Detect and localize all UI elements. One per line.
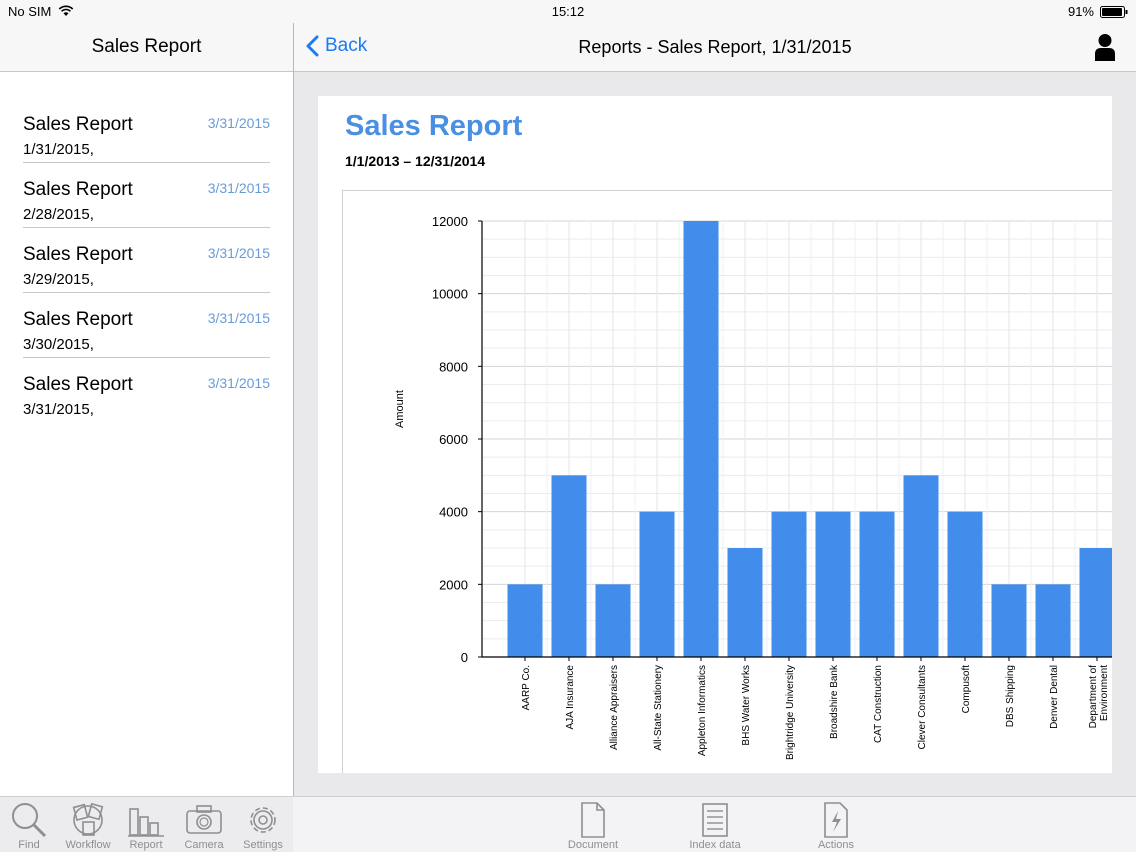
index-data-icon xyxy=(702,803,728,837)
gear-icon xyxy=(250,807,276,833)
report-tab[interactable]: Report xyxy=(114,799,178,851)
y-tick-label: 6000 xyxy=(439,432,468,447)
left-nav-bar: Sales Report xyxy=(0,23,293,72)
settings-tab-label: Settings xyxy=(243,839,283,851)
chart-bar xyxy=(551,475,587,657)
bar-chart: 0 2000 4000 6000 8000 10000 12000 AARP Co. AJA I… xyxy=(394,214,1112,760)
report-item-subtitle: 3/29/2015, xyxy=(23,271,94,288)
report-list: Sales Report 3/31/2015 1/31/2015, Sales … xyxy=(0,98,293,423)
x-tick-label: AJA Insurance xyxy=(565,665,576,730)
chart-frame: 0 2000 4000 6000 8000 10000 12000 AARP Co. AJA I… xyxy=(342,190,1112,773)
x-tick-label: Brightridge University xyxy=(785,665,796,760)
document-tab[interactable]: Document xyxy=(561,799,625,851)
actions-tab[interactable]: Actions xyxy=(804,799,868,851)
report-item-date: 3/31/2015 xyxy=(207,310,270,326)
user-icon[interactable] xyxy=(1094,33,1116,61)
report-item-date: 3/31/2015 xyxy=(207,245,270,261)
x-tick-label: Department ofEnvironment xyxy=(1088,665,1110,729)
report-list-item[interactable]: Sales Report 3/31/2015 1/31/2015, xyxy=(23,98,270,163)
chart-bar xyxy=(507,584,543,657)
camera-tab-label: Camera xyxy=(184,839,224,851)
camera-icon xyxy=(186,805,222,834)
document-tab-label: Document xyxy=(567,839,619,851)
report-item-subtitle: 1/31/2015, xyxy=(23,141,94,158)
report-item-title: Sales Report xyxy=(23,114,133,135)
detail-nav-bar: Back Reports - Sales Report, 1/31/2015 xyxy=(294,23,1136,72)
x-tick-label: Alliance Appraisers xyxy=(609,665,620,750)
x-tick-label: CAT Construction xyxy=(873,665,884,743)
chart-bar xyxy=(595,584,631,657)
report-tab-label: Report xyxy=(129,839,163,851)
x-tick-label: AARP Co. xyxy=(521,665,532,710)
x-tick-label: Denver Dental xyxy=(1049,665,1060,729)
chart-bar xyxy=(771,511,807,657)
report-item-subtitle: 2/28/2015, xyxy=(23,206,94,223)
x-tick-label: BHS Water Works xyxy=(741,665,752,746)
chart-bar xyxy=(903,475,939,657)
report-item-subtitle: 3/30/2015, xyxy=(23,336,94,353)
chart-bar xyxy=(639,511,675,657)
x-tick-label: Compusoft xyxy=(961,665,972,714)
y-axis-label: Amount xyxy=(394,390,406,428)
report-list-item[interactable]: Sales Report 3/31/2015 3/30/2015, xyxy=(23,293,270,358)
camera-tab[interactable]: Camera xyxy=(172,799,236,851)
status-bar: No SIM 15:12 91% xyxy=(0,0,1136,23)
chart-bar xyxy=(727,548,763,657)
battery-icon xyxy=(1100,6,1128,18)
y-tick-label: 12000 xyxy=(432,214,468,229)
report-document: Sales Report 1/1/2013 – 12/31/2014 0 2000… xyxy=(318,96,1112,773)
left-pane-title: Sales Report xyxy=(91,36,202,57)
chart-bar xyxy=(859,511,895,657)
report-item-title: Sales Report xyxy=(23,374,133,395)
report-list-item[interactable]: Sales Report 3/31/2015 3/29/2015, xyxy=(23,228,270,293)
settings-tab[interactable]: Settings xyxy=(231,799,295,851)
chart-bar xyxy=(991,584,1027,657)
workflow-icon xyxy=(72,802,104,836)
y-tick-label: 8000 xyxy=(439,359,468,374)
bottom-toolbar: Find Workflow Report Camera Settings Doc… xyxy=(0,796,1136,852)
report-icon xyxy=(128,808,164,837)
report-list-item[interactable]: Sales Report 3/31/2015 2/28/2015, xyxy=(23,163,270,228)
chart-bar xyxy=(1079,548,1112,657)
actions-tab-label: Actions xyxy=(817,839,855,851)
search-icon xyxy=(12,803,47,838)
battery-percent: 91% xyxy=(1067,4,1094,19)
page-title: Reports - Sales Report, 1/31/2015 xyxy=(578,37,852,57)
y-tick-label: 4000 xyxy=(439,505,468,520)
x-tick-label: Clever Consultants xyxy=(917,665,928,749)
report-item-title: Sales Report xyxy=(23,244,133,265)
chart-bar xyxy=(1035,584,1071,657)
split-divider xyxy=(293,23,294,852)
report-list-pane: Sales Report Sales Report 3/31/2015 1/31… xyxy=(0,23,293,796)
chart-bar xyxy=(683,221,719,657)
document-icon xyxy=(581,802,605,838)
y-tick-label: 10000 xyxy=(432,287,468,302)
report-item-title: Sales Report xyxy=(23,179,133,200)
report-item-date: 3/31/2015 xyxy=(207,375,270,391)
y-tick-label: 0 xyxy=(461,650,468,665)
x-tick-label: All-State Stationery xyxy=(653,665,664,751)
clock: 15:12 xyxy=(551,4,585,19)
x-tick-label: DBS Shipping xyxy=(1005,665,1016,727)
report-item-subtitle: 3/31/2015, xyxy=(23,401,94,418)
report-item-title: Sales Report xyxy=(23,309,133,330)
chart-bar xyxy=(947,511,983,657)
index-data-tab-label: Index data xyxy=(689,839,741,851)
workflow-tab[interactable]: Workflow xyxy=(56,799,120,851)
x-tick-label: Broadshire Bank xyxy=(829,664,840,739)
y-tick-label: 2000 xyxy=(439,577,468,592)
report-list-item[interactable]: Sales Report 3/31/2015 3/31/2015, xyxy=(23,358,270,423)
chart-bar xyxy=(815,511,851,657)
x-tick-label: Appleton Informatics xyxy=(697,665,708,756)
report-date-range: 1/1/2013 – 12/31/2014 xyxy=(345,153,486,169)
find-tab[interactable]: Find xyxy=(0,799,61,851)
report-item-date: 3/31/2015 xyxy=(207,180,270,196)
workflow-tab-label: Workflow xyxy=(65,839,111,851)
actions-icon xyxy=(824,802,848,838)
index-data-tab[interactable]: Index data xyxy=(683,799,747,851)
report-item-date: 3/31/2015 xyxy=(207,115,270,131)
report-title: Sales Report xyxy=(345,110,523,142)
find-tab-label: Find xyxy=(18,839,40,851)
